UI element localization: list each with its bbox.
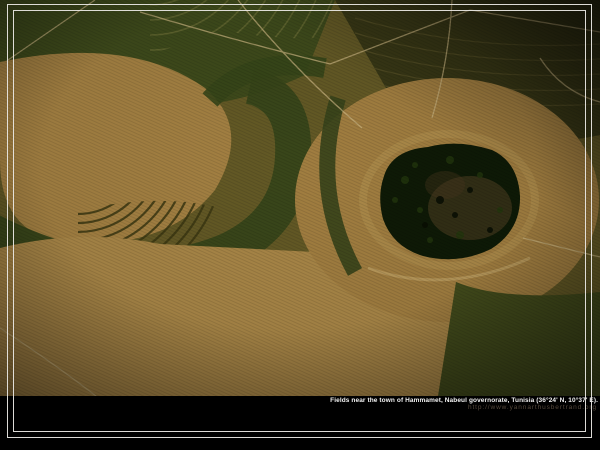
aerial-photo — [0, 0, 600, 396]
wallpaper: Fields near the town of Hammamet, Nabeul… — [0, 0, 600, 450]
photo-credit-url: http://www.yannarthusbertrand.org — [468, 404, 597, 411]
photo-caption: Fields near the town of Hammamet, Nabeul… — [330, 397, 598, 404]
aerial-photo-illustration — [0, 0, 600, 396]
